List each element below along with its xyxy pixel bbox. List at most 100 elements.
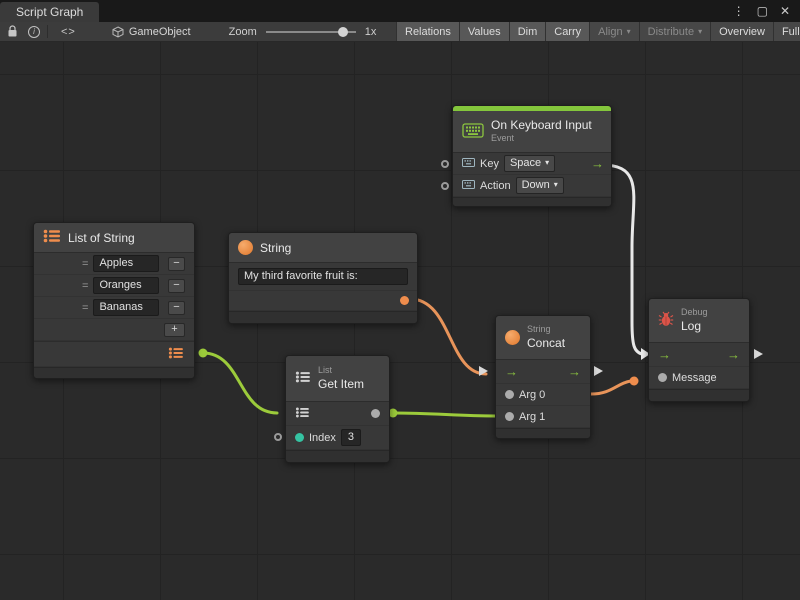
window-tab-strip: Script Graph ⋮ ▢ ✕ bbox=[0, 0, 800, 22]
flow-input-arrow-icon[interactable]: → bbox=[505, 365, 518, 378]
port-index-input-circle[interactable] bbox=[274, 433, 282, 441]
node-list-of-string[interactable]: List of String = Apples − = Oranges − = … bbox=[33, 222, 195, 379]
action-value: Down bbox=[522, 178, 550, 193]
node-header[interactable]: String Concat bbox=[496, 316, 590, 360]
zoom-slider[interactable] bbox=[266, 31, 356, 33]
zoom-value: 1x bbox=[365, 26, 377, 38]
node-footer bbox=[649, 389, 749, 401]
concat-flow-out-triangle-icon[interactable] bbox=[594, 366, 603, 376]
overview-button[interactable]: Overview bbox=[710, 22, 773, 42]
tab-title: Script Graph bbox=[16, 5, 83, 19]
gameobject-selector[interactable]: GameObject bbox=[112, 26, 191, 38]
window-menu-icon[interactable]: ⋮ bbox=[733, 5, 745, 17]
zoom-label: Zoom bbox=[229, 26, 257, 38]
gameobject-label: GameObject bbox=[129, 26, 191, 38]
flow-output-arrow-icon[interactable]: → bbox=[591, 157, 604, 170]
index-field[interactable]: 3 bbox=[341, 429, 361, 446]
remove-item-button[interactable]: − bbox=[168, 257, 185, 271]
reorder-handle-icon[interactable]: = bbox=[82, 280, 88, 292]
toolbar-buttons: Relations Values Dim Carry Align Distrib… bbox=[396, 22, 800, 42]
node-title: Log bbox=[681, 319, 708, 334]
index-row: Index 3 bbox=[286, 426, 389, 450]
lock-icon[interactable] bbox=[7, 25, 18, 38]
arg0-label: Arg 0 bbox=[519, 389, 545, 401]
list-output-port-icon[interactable] bbox=[168, 347, 184, 362]
node-header[interactable]: List of String bbox=[34, 223, 194, 253]
dim-button[interactable]: Dim bbox=[509, 22, 546, 42]
fullscreen-button[interactable]: Full Screen bbox=[773, 22, 800, 42]
action-row: Action Down bbox=[453, 175, 611, 197]
node-header[interactable]: String bbox=[229, 233, 417, 263]
node-concat[interactable]: String Concat → → Arg 0 Arg 1 bbox=[495, 315, 591, 439]
log-flow-out-triangle-icon[interactable] bbox=[754, 349, 763, 359]
arg0-input-port[interactable] bbox=[505, 390, 514, 399]
port-action-input-circle[interactable] bbox=[441, 182, 449, 190]
string-value-row: My third favorite fruit is: bbox=[229, 263, 417, 291]
arg1-label: Arg 1 bbox=[519, 411, 545, 423]
graph-toolbar: i <> GameObject Zoom 1x Relations Values… bbox=[0, 22, 800, 42]
node-header[interactable]: List Get Item bbox=[286, 356, 389, 402]
values-button[interactable]: Values bbox=[459, 22, 509, 42]
wire-getitem-to-concat[interactable] bbox=[393, 413, 495, 416]
action-dropdown[interactable]: Down bbox=[516, 177, 564, 194]
node-debug-log[interactable]: Debug Log → → Message bbox=[648, 298, 750, 402]
zoom-slider-handle[interactable] bbox=[338, 27, 348, 37]
carry-button[interactable]: Carry bbox=[545, 22, 589, 42]
string-output-port[interactable] bbox=[400, 296, 409, 305]
add-item-button[interactable]: + bbox=[164, 323, 185, 337]
arg1-input-port[interactable] bbox=[505, 412, 514, 421]
wire-concat-to-log[interactable] bbox=[591, 381, 631, 394]
list-item-field[interactable]: Oranges bbox=[93, 277, 159, 294]
arg1-row: Arg 1 bbox=[496, 406, 590, 428]
reorder-handle-icon[interactable]: = bbox=[82, 302, 88, 314]
node-header[interactable]: On Keyboard Input Event bbox=[453, 111, 611, 153]
align-dropdown-button[interactable]: Align bbox=[589, 22, 638, 42]
node-get-item[interactable]: List Get Item Index 3 bbox=[285, 355, 390, 463]
string-type-icon bbox=[238, 240, 253, 255]
node-title: Concat bbox=[527, 336, 565, 351]
flow-output-arrow-icon[interactable]: → bbox=[568, 365, 581, 378]
action-label: Action bbox=[480, 180, 511, 192]
distribute-dropdown-button[interactable]: Distribute bbox=[639, 22, 710, 42]
code-icon[interactable]: <> bbox=[61, 26, 76, 38]
port-concat-result-dot[interactable] bbox=[630, 377, 639, 386]
string-value-field[interactable]: My third favorite fruit is: bbox=[238, 268, 408, 285]
flow-output-arrow-icon[interactable]: → bbox=[727, 348, 740, 361]
wire-list-to-getitem[interactable] bbox=[203, 353, 277, 413]
list-item-field[interactable]: Apples bbox=[93, 255, 159, 272]
remove-item-button[interactable]: − bbox=[168, 301, 185, 315]
port-list-output-dot[interactable] bbox=[199, 349, 208, 358]
unity-cube-icon bbox=[112, 26, 124, 38]
list-item-field[interactable]: Bananas bbox=[93, 299, 159, 316]
node-subtitle: Event bbox=[491, 133, 592, 144]
key-row: Key Space → bbox=[453, 153, 611, 175]
info-icon[interactable]: i bbox=[28, 26, 40, 38]
index-input-port[interactable] bbox=[295, 433, 304, 442]
relations-button[interactable]: Relations bbox=[396, 22, 459, 42]
message-input-port[interactable] bbox=[658, 373, 667, 382]
port-key-input-circle[interactable] bbox=[441, 160, 449, 168]
arg0-row: Arg 0 bbox=[496, 384, 590, 406]
list-input-port-icon[interactable] bbox=[295, 407, 310, 421]
keyboard-icon bbox=[462, 123, 484, 141]
wire-string-to-concat[interactable] bbox=[410, 299, 486, 374]
window-close-icon[interactable]: ✕ bbox=[780, 5, 790, 17]
node-header[interactable]: Debug Log bbox=[649, 299, 749, 343]
key-dropdown[interactable]: Space bbox=[504, 155, 555, 172]
remove-item-button[interactable]: − bbox=[168, 279, 185, 293]
add-item-row: + bbox=[34, 319, 194, 341]
message-label: Message bbox=[672, 372, 717, 384]
node-string-literal[interactable]: String My third favorite fruit is: bbox=[228, 232, 418, 324]
tab-script-graph[interactable]: Script Graph bbox=[0, 2, 99, 22]
list-input-row bbox=[286, 402, 389, 426]
index-label: Index bbox=[309, 432, 336, 444]
string-output-row bbox=[229, 291, 417, 311]
list-icon bbox=[43, 229, 61, 246]
window-maximize-icon[interactable]: ▢ bbox=[757, 5, 768, 17]
list-icon bbox=[295, 371, 311, 386]
flow-input-arrow-icon[interactable]: → bbox=[658, 348, 671, 361]
item-output-port[interactable] bbox=[371, 409, 380, 418]
reorder-handle-icon[interactable]: = bbox=[82, 258, 88, 270]
graph-canvas[interactable]: On Keyboard Input Event Key Space → Acti… bbox=[0, 42, 800, 600]
node-on-keyboard-input[interactable]: On Keyboard Input Event Key Space → Acti… bbox=[452, 105, 612, 207]
